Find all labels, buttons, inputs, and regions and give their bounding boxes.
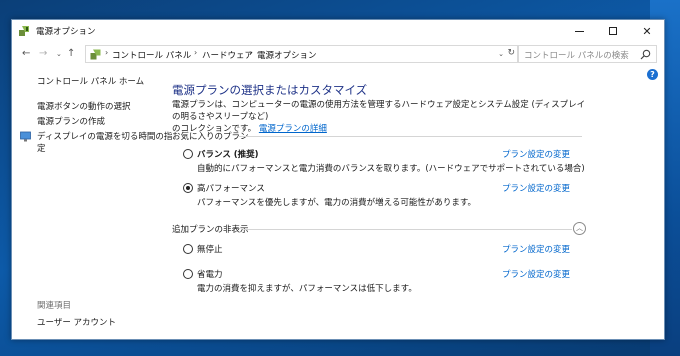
breadcrumb[interactable]: › コントロール パネル › ハードウェア › 電源オプション ⌄ ↻	[85, 45, 519, 63]
plan-description: 電力の消費を抑えますが、パフォーマンスは低下します。	[197, 284, 417, 294]
plan-name[interactable]: 無停止	[197, 243, 223, 255]
window-title: 電源オプション	[36, 27, 96, 37]
breadcrumb-hardware[interactable]: ハードウェア	[202, 49, 253, 61]
breadcrumb-separator-icon: ›	[105, 48, 109, 57]
display-power-icon	[20, 131, 31, 142]
close-button[interactable]: ✕	[630, 20, 664, 42]
group-divider	[238, 136, 582, 137]
power-options-window: 電源オプション ✕ ← → ⌄ ↑ › コントロール パネル › ハードウェア …	[11, 19, 665, 340]
breadcrumb-control-panel[interactable]: コントロール パネル	[112, 49, 191, 61]
plan-description: パフォーマンスを優先しますが、電力の消費が増える可能性があります。	[197, 198, 477, 208]
sidebar-item-power-button-action[interactable]: 電源ボタンの動作の選択	[37, 100, 131, 112]
group-divider	[244, 229, 572, 230]
search-input[interactable]: コントロール パネルの検索	[517, 45, 657, 63]
sidebar-item-create-power-plan[interactable]: 電源プランの作成	[37, 115, 105, 127]
up-arrow-icon[interactable]: ↑	[67, 48, 75, 59]
sidebar-item-user-accounts[interactable]: ユーザー アカウント	[37, 316, 116, 328]
search-placeholder: コントロール パネルの検索	[524, 51, 629, 61]
related-items-header: 関連項目	[37, 301, 72, 311]
title-bar: 電源オプション ✕	[12, 20, 664, 42]
change-plan-settings-link[interactable]: プラン設定の変更	[502, 148, 570, 160]
help-icon[interactable]: ?	[647, 69, 658, 80]
description-text: 電源プランは、コンピューターの電源の使用方法を管理するハードウェア設定とシステム…	[172, 100, 586, 122]
recent-locations-chevron-icon[interactable]: ⌄	[56, 50, 62, 58]
plan-name[interactable]: 省電力	[197, 268, 223, 280]
address-bar: ← → ⌄ ↑ › コントロール パネル › ハードウェア › 電源オプション …	[12, 42, 664, 66]
breadcrumb-separator-icon: ›	[249, 48, 253, 57]
address-dropdown-chevron-icon[interactable]: ⌄	[498, 50, 504, 58]
sidebar-item-control-panel-home[interactable]: コントロール パネル ホーム	[37, 75, 144, 87]
minimize-button[interactable]	[562, 20, 596, 42]
plan-radio-high-performance[interactable]	[183, 183, 193, 193]
maximize-icon	[609, 27, 617, 35]
page-title: 電源プランの選択またはカスタマイズ	[172, 83, 368, 97]
sidebar-item-display-off-time[interactable]: ディスプレイの電源を切る時間の指	[37, 130, 172, 142]
breadcrumb-power-options[interactable]: 電源オプション	[257, 49, 317, 61]
plan-radio-balanced[interactable]	[183, 149, 193, 159]
plan-radio-power-saver[interactable]	[183, 269, 193, 279]
forward-arrow-icon[interactable]: →	[39, 48, 47, 59]
change-plan-settings-link[interactable]: プラン設定の変更	[502, 182, 570, 194]
close-icon: ✕	[642, 24, 652, 38]
plan-description: 自動的にパフォーマンスと電力消費のバランスを取ります。(ハードウェアでサポートさ…	[197, 164, 585, 174]
plan-name[interactable]: 高パフォーマンス	[197, 182, 265, 194]
maximize-button[interactable]	[596, 20, 630, 42]
search-icon	[640, 49, 651, 60]
power-options-app-icon	[19, 26, 29, 36]
back-arrow-icon[interactable]: ←	[22, 48, 30, 59]
breadcrumb-separator-icon: ›	[194, 48, 198, 57]
sidebar: コントロール パネル ホーム 電源ボタンの動作の選択 電源プランの作成 ディスプ…	[12, 70, 172, 340]
control-panel-icon	[90, 49, 101, 60]
collapse-chevron-up-icon[interactable]: ︿	[573, 222, 586, 235]
sidebar-item-display-off-time-cont[interactable]: 定	[37, 142, 46, 154]
change-plan-settings-link[interactable]: プラン設定の変更	[502, 243, 570, 255]
plan-name[interactable]: バランス (推奨)	[197, 148, 259, 160]
power-plan-details-link[interactable]: 電源プランの詳細	[259, 124, 327, 134]
minimize-icon	[574, 30, 584, 32]
refresh-icon[interactable]: ↻	[507, 48, 515, 58]
plan-radio-uninterrupted[interactable]	[183, 244, 193, 254]
change-plan-settings-link[interactable]: プラン設定の変更	[502, 268, 570, 280]
hidden-plans-header: 追加プランの非表示	[172, 225, 249, 235]
